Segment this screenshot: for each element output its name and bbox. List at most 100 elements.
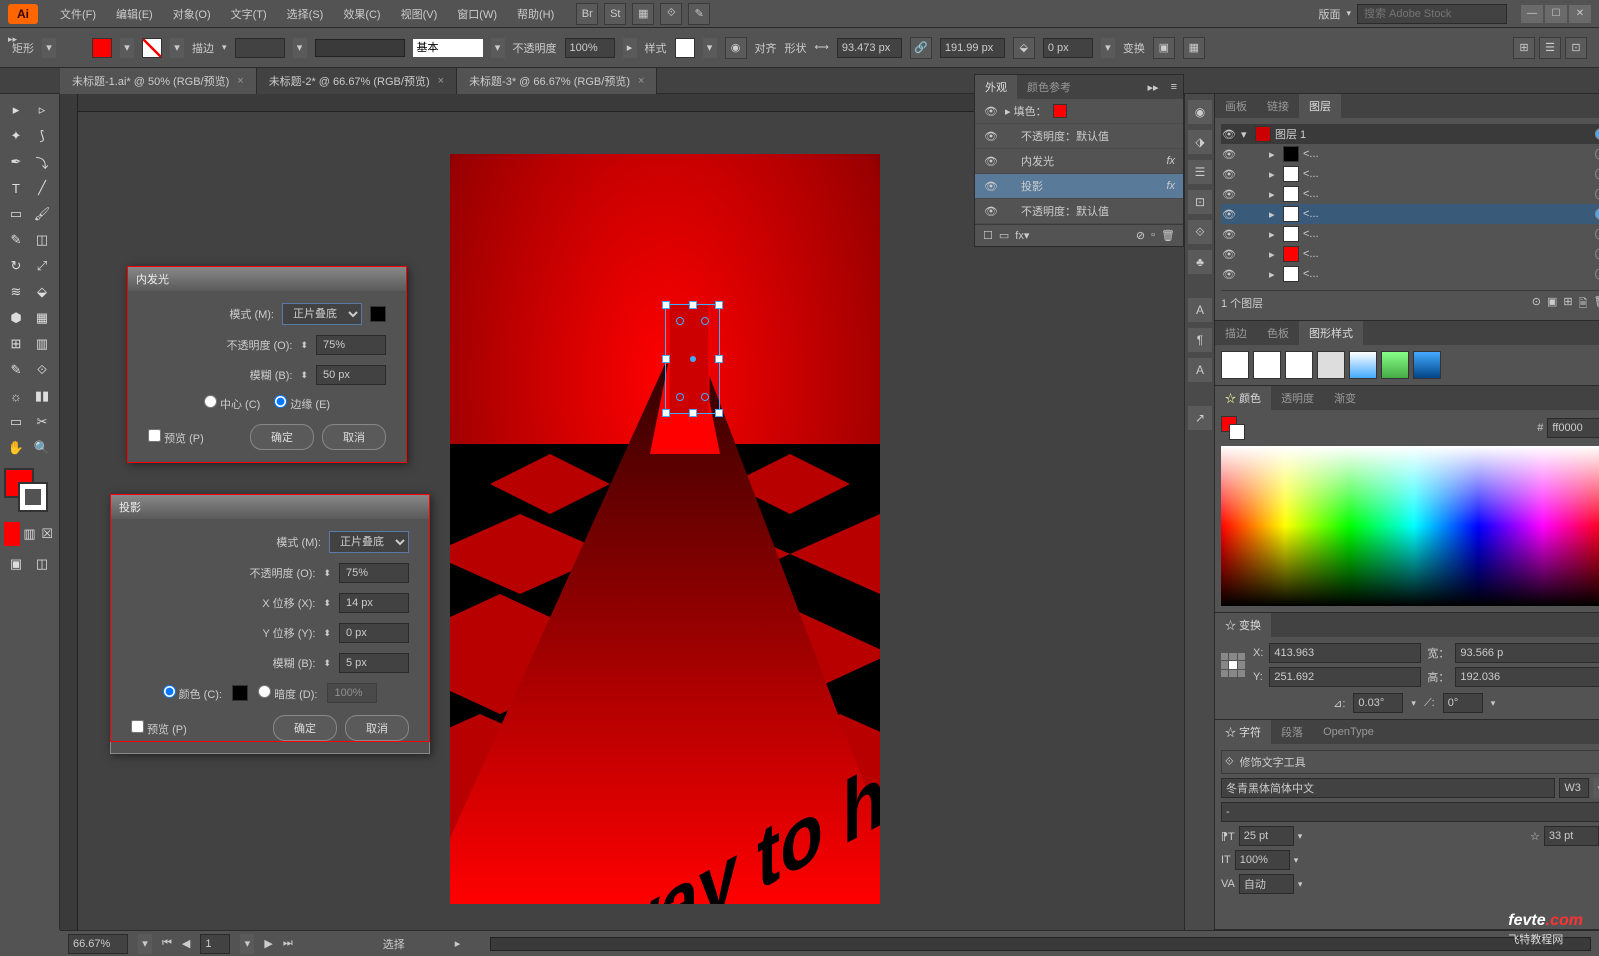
- none-mode[interactable]: ☒: [39, 522, 55, 546]
- menu-effect[interactable]: 效果(C): [333, 6, 390, 22]
- corner-type-icon[interactable]: ⬙: [1013, 37, 1035, 59]
- shear-input[interactable]: [1443, 693, 1483, 713]
- new-fill-icon[interactable]: ☐: [983, 229, 993, 242]
- layer-item[interactable]: 👁 ▸ <...: [1221, 184, 1599, 204]
- reference-point[interactable]: [1221, 653, 1245, 677]
- font-style-input[interactable]: [1221, 802, 1599, 822]
- window-close[interactable]: ✕: [1569, 5, 1591, 23]
- blur-input[interactable]: [316, 365, 386, 385]
- status-menu-icon[interactable]: ▸: [455, 937, 461, 950]
- layer-item[interactable]: 👁 ▸ <...: [1221, 244, 1599, 264]
- visibility-icon[interactable]: 👁: [1221, 266, 1237, 282]
- strip-icon-8[interactable]: A: [1188, 358, 1212, 382]
- ok-button[interactable]: 确定: [273, 715, 337, 741]
- menu-help[interactable]: 帮助(H): [507, 6, 564, 22]
- vscale-input[interactable]: [1235, 850, 1290, 870]
- new-stroke-icon[interactable]: ▭: [999, 229, 1009, 242]
- artboard-dropdown[interactable]: ▾: [240, 934, 254, 954]
- menu-text[interactable]: 文字(T): [221, 6, 277, 22]
- stroke-profile[interactable]: [315, 39, 405, 57]
- appearance-item[interactable]: 👁不透明度：默认值: [975, 199, 1183, 224]
- visibility-icon[interactable]: 👁: [1221, 146, 1237, 162]
- line-tool[interactable]: ╱: [30, 176, 54, 200]
- menu-select[interactable]: 选择(S): [277, 6, 334, 22]
- tab-appearance[interactable]: 外观: [975, 75, 1017, 99]
- doc-tab-2[interactable]: 未标题-2* @ 66.67% (RGB/预览)×: [257, 68, 457, 94]
- tab-transparency[interactable]: 透明度: [1271, 386, 1324, 410]
- strip-icon-7[interactable]: ¶: [1188, 328, 1212, 352]
- draw-mode[interactable]: ◫: [30, 552, 54, 576]
- tab-graphic-styles[interactable]: 图形样式: [1299, 321, 1363, 345]
- strip-icon-1[interactable]: ⬗: [1188, 130, 1212, 154]
- panel-menu-icon[interactable]: ≡: [1595, 100, 1599, 112]
- style-thumb[interactable]: [1381, 351, 1409, 379]
- appearance-item[interactable]: 👁▸ 填色：: [975, 99, 1183, 124]
- bridge-icon[interactable]: Br: [576, 3, 598, 25]
- style-dropdown[interactable]: ▾: [703, 38, 717, 58]
- tab-color-guide[interactable]: 颜色参考: [1017, 75, 1081, 99]
- add-effect-icon[interactable]: fx▾: [1015, 229, 1029, 242]
- layout-button[interactable]: 版面: [1318, 6, 1340, 22]
- style-thumb[interactable]: [1285, 351, 1313, 379]
- tab-paragraph[interactable]: 段落: [1271, 720, 1313, 744]
- link-wh-icon[interactable]: 🔗: [910, 37, 932, 59]
- visibility-icon[interactable]: 👁: [1221, 166, 1237, 182]
- make-clip-icon[interactable]: ▣: [1547, 295, 1557, 314]
- zoom-tool[interactable]: 🔍: [30, 436, 54, 460]
- tab-links[interactable]: 链接: [1257, 94, 1299, 118]
- panel-menu-icon[interactable]: ≡: [1595, 726, 1599, 738]
- visibility-icon[interactable]: 👁: [983, 128, 999, 144]
- dialog-title[interactable]: 投影: [111, 495, 429, 519]
- ctrl-icon-a[interactable]: ⊞: [1513, 37, 1535, 59]
- doc-tab-1[interactable]: 未标题-1.ai* @ 50% (RGB/预览)×: [60, 68, 257, 94]
- appearance-item[interactable]: 👁内发光fx: [975, 149, 1183, 174]
- opacity-input[interactable]: [339, 563, 409, 583]
- style-swatch[interactable]: [675, 38, 695, 58]
- ctrl-icon-c[interactable]: ⊡: [1565, 37, 1587, 59]
- shadow-color-swatch[interactable]: [232, 685, 248, 701]
- scale-tool[interactable]: ⤢: [30, 254, 54, 278]
- direct-selection-tool[interactable]: ▹: [30, 98, 54, 122]
- delete-icon[interactable]: 🗑: [1161, 229, 1175, 242]
- strip-icon-9[interactable]: ↗: [1188, 406, 1212, 430]
- recolor-icon[interactable]: ◉: [725, 37, 747, 59]
- ok-button[interactable]: 确定: [250, 424, 314, 450]
- window-maximize[interactable]: ☐: [1545, 5, 1567, 23]
- font-weight-input[interactable]: [1559, 778, 1589, 798]
- nav-last-icon[interactable]: ⏭: [283, 937, 293, 950]
- transform-label[interactable]: 变换: [1123, 40, 1145, 56]
- menu-window[interactable]: 窗口(W): [447, 6, 507, 22]
- brush-dropdown[interactable]: ▾: [491, 38, 505, 58]
- nav-first-icon[interactable]: ⏮: [162, 937, 172, 950]
- stroke-weight-input[interactable]: [235, 38, 285, 58]
- shape-dropdown[interactable]: ▾: [42, 38, 56, 58]
- color-radio[interactable]: [163, 685, 176, 698]
- blend-mode-select[interactable]: 正片叠底: [282, 303, 362, 325]
- corner-input[interactable]: [1043, 38, 1093, 58]
- vertical-ruler[interactable]: [60, 94, 78, 930]
- isolate-icon-2[interactable]: ▦: [1183, 37, 1205, 59]
- menu-object[interactable]: 对象(O): [163, 6, 221, 22]
- x-offset-input[interactable]: [339, 593, 409, 613]
- fill-stroke-colors[interactable]: [4, 468, 48, 512]
- fill-swatch[interactable]: [92, 38, 112, 58]
- collapse-icon[interactable]: ▸▸: [1142, 81, 1165, 94]
- magic-wand-tool[interactable]: ✦: [4, 124, 28, 148]
- layer-item[interactable]: 👁 ▸ <...: [1221, 264, 1599, 284]
- gradient-mode[interactable]: ▥: [22, 522, 38, 546]
- edge-radio[interactable]: [274, 395, 287, 408]
- cancel-button[interactable]: 取消: [345, 715, 409, 741]
- pen-tool[interactable]: ✒: [4, 150, 28, 174]
- style-thumb[interactable]: [1253, 351, 1281, 379]
- width-input[interactable]: [837, 38, 902, 58]
- delete-layer-icon[interactable]: 🗑: [1593, 295, 1599, 314]
- opacity-dropdown[interactable]: ▸: [623, 38, 637, 58]
- visibility-icon[interactable]: 👁: [1221, 206, 1237, 222]
- font-family-input[interactable]: [1221, 778, 1555, 798]
- lasso-tool[interactable]: ⟆: [30, 124, 54, 148]
- stroke-color[interactable]: [18, 482, 48, 512]
- menu-edit[interactable]: 编辑(E): [106, 6, 163, 22]
- preview-checkbox[interactable]: [131, 720, 144, 733]
- close-icon[interactable]: ×: [438, 75, 444, 87]
- shaper-tool[interactable]: ✎: [4, 228, 28, 252]
